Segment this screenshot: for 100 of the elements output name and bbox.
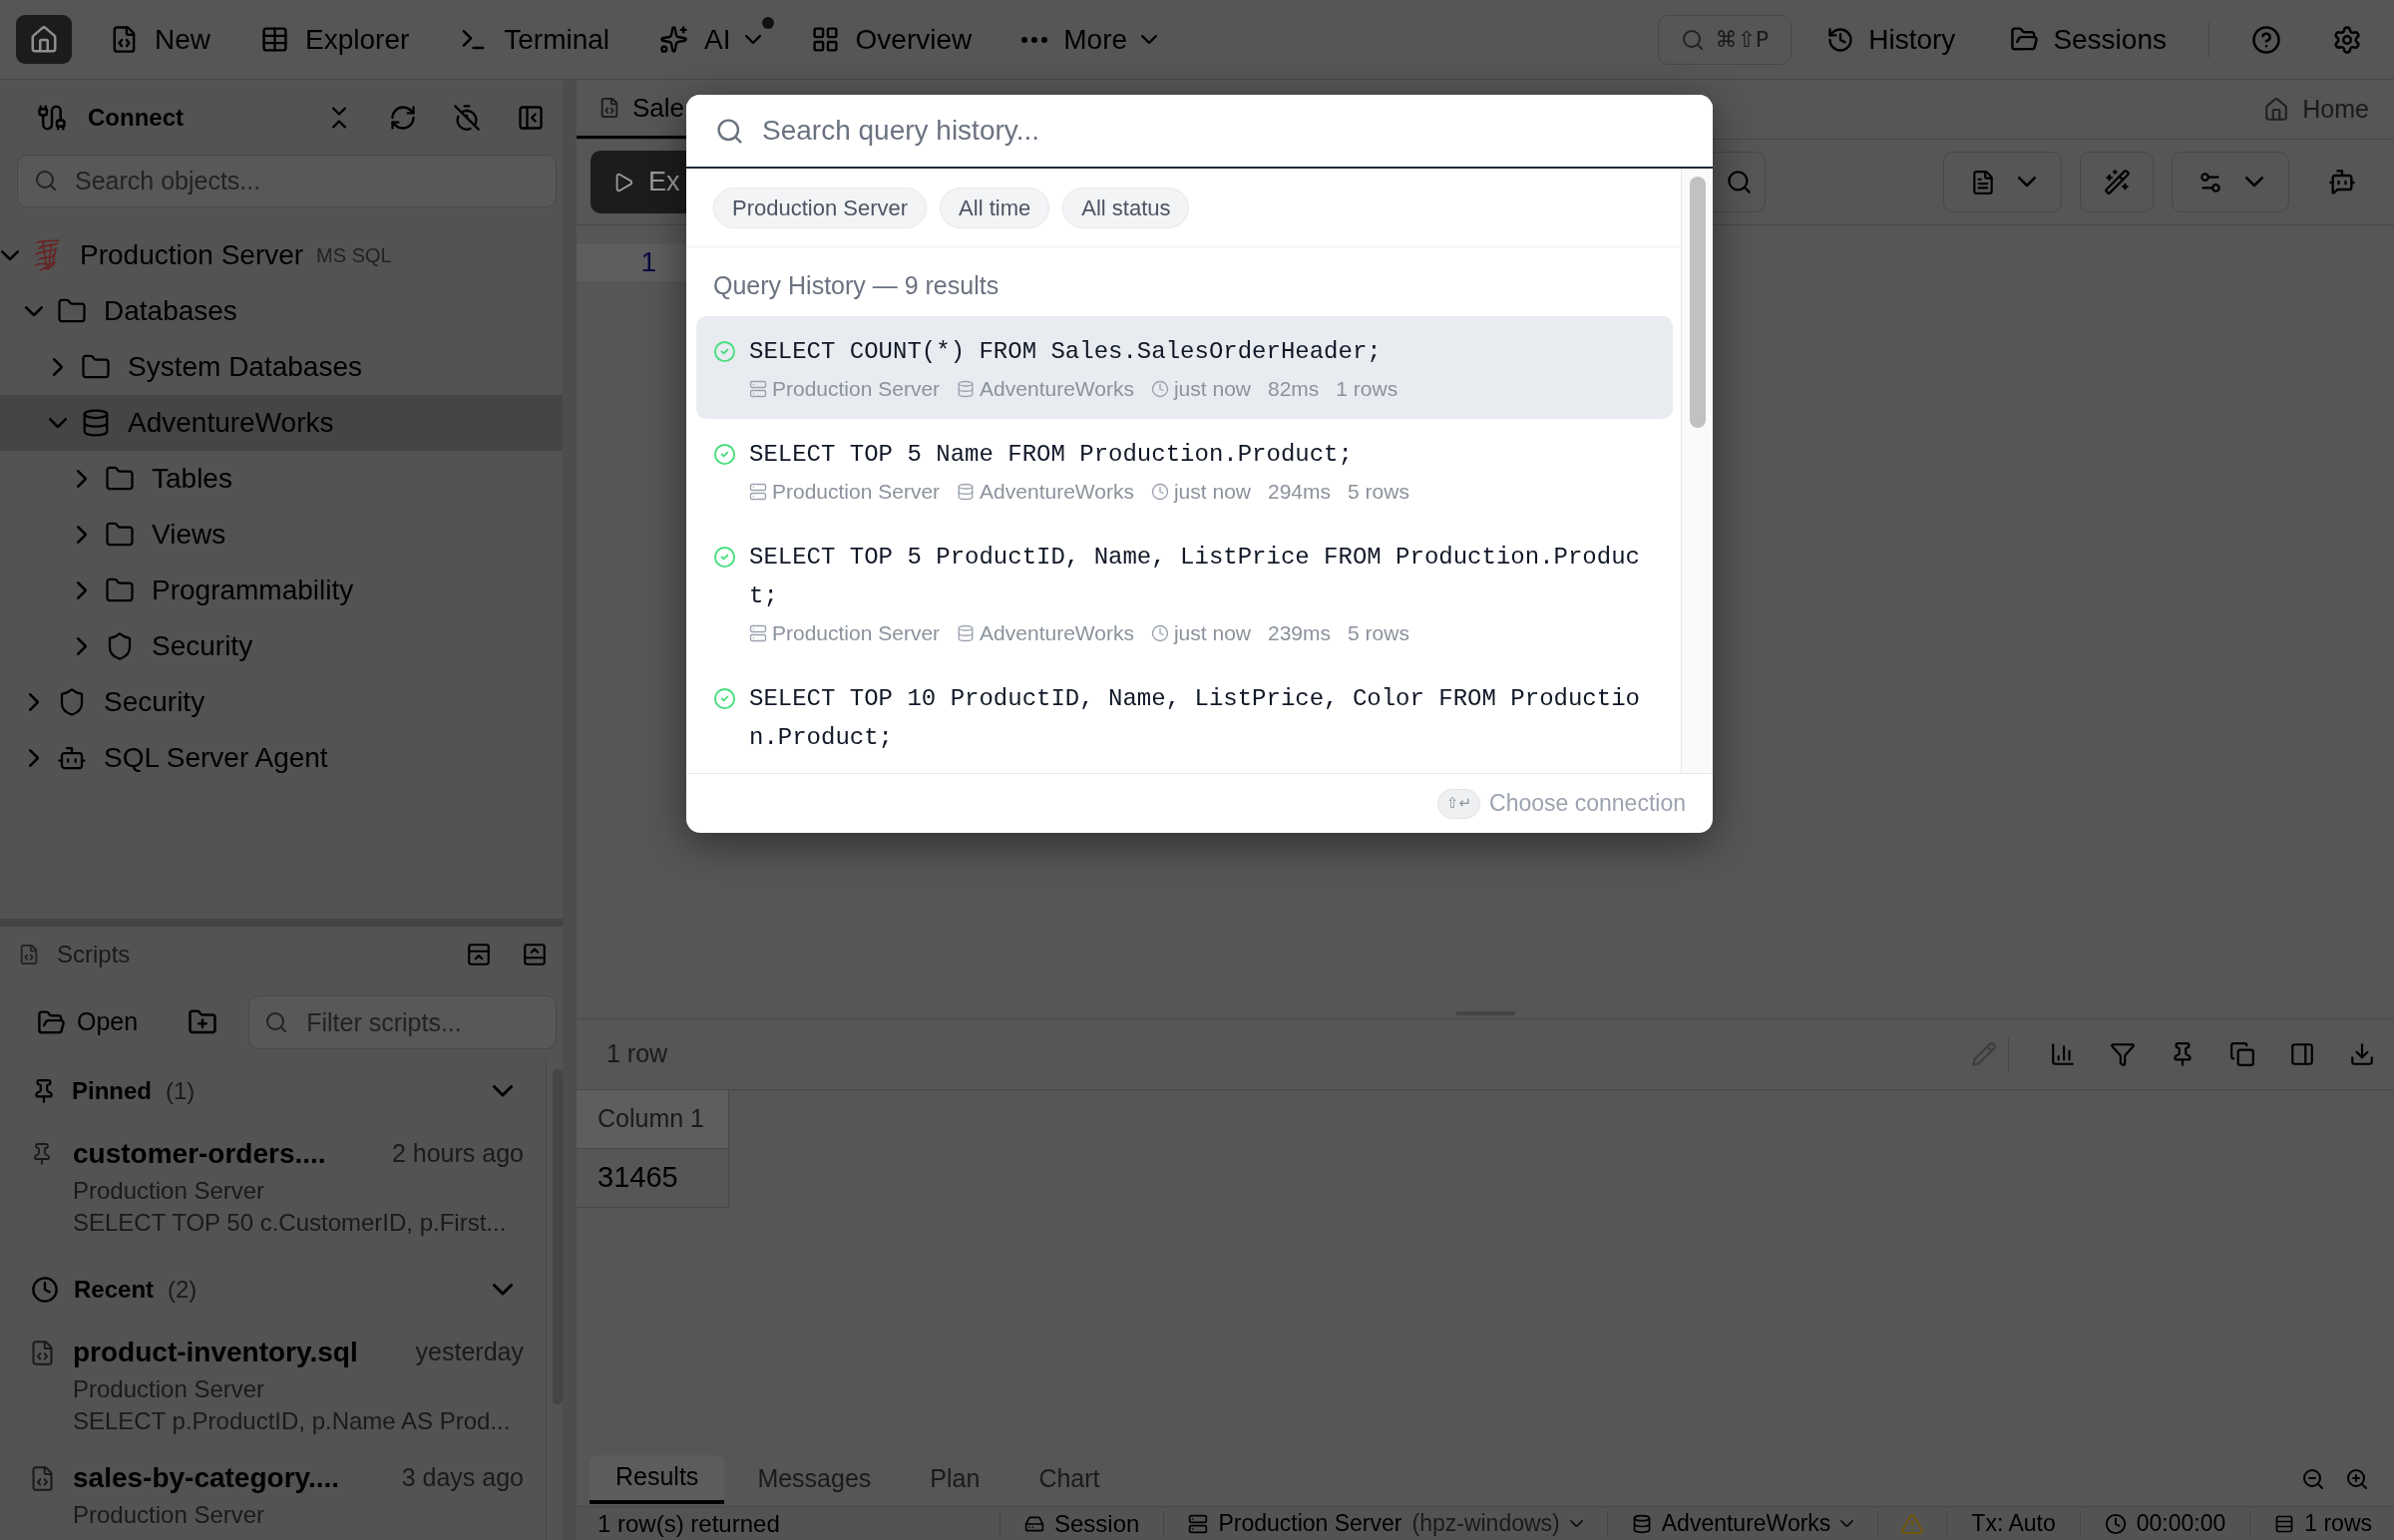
sessions-button[interactable]: Sessions	[1998, 15, 2179, 64]
panel-collapse-icon[interactable]	[466, 941, 492, 967]
chevron-right-icon[interactable]	[28, 749, 40, 767]
results-tab[interactable]: Messages	[731, 1454, 898, 1504]
filter-chip[interactable]: Production Server	[713, 188, 928, 228]
tree-item[interactable]: AdventureWorks	[0, 395, 563, 451]
nav-item[interactable]: Explorer	[248, 15, 422, 64]
options-menu-button[interactable]	[2172, 152, 2289, 212]
bot-chat-icon[interactable]	[2328, 168, 2356, 196]
command-search-button[interactable]: ⌘⇧P	[1658, 14, 1793, 65]
nav-item[interactable]: Overview	[798, 15, 985, 64]
filter-chip[interactable]: All time	[940, 188, 1050, 228]
script-name[interactable]: customer-orders....	[73, 1133, 326, 1175]
entry-database: AdventureWorks	[980, 376, 1134, 403]
history-entry[interactable]: SELECT TOP 5 Name FROM Production.Product; Production Server AdventureWorks just now 294ms 5 rows	[696, 419, 1673, 522]
chevron-down-icon	[1840, 1519, 1854, 1528]
format-button[interactable]	[2080, 152, 2154, 212]
run-button[interactable]: Ex	[591, 151, 686, 213]
script-server: Production Server	[73, 1374, 265, 1404]
zoom-in-icon[interactable]	[2345, 1467, 2369, 1491]
tree-item[interactable]: SQL Server Agent	[0, 730, 563, 786]
panel-collapse-icon[interactable]	[517, 103, 545, 132]
tree-item[interactable]: Databases	[0, 283, 563, 339]
results-tab[interactable]: Chart	[1012, 1454, 1126, 1504]
chevron-down-icon[interactable]	[493, 1284, 513, 1296]
scrollbar-thumb[interactable]	[1689, 177, 1706, 428]
entry-rows: 5 rows	[1348, 617, 1409, 649]
script-preview: SELECT p.ProductID, p.Name AS Prod...	[73, 1406, 511, 1436]
filter-icon[interactable]	[2110, 1041, 2136, 1067]
settings-icon[interactable]	[2332, 24, 2362, 55]
session-button[interactable]: Session	[1024, 1505, 1140, 1540]
table-cell: 31465	[577, 1149, 729, 1208]
row-count: 1 row	[606, 1038, 668, 1070]
row-total: 1 rows	[2304, 1509, 2372, 1539]
tree-item[interactable]: Views	[0, 507, 563, 563]
chevron-down-icon[interactable]	[1, 249, 19, 261]
timer-off-icon[interactable]	[453, 103, 481, 132]
tree-item[interactable]: Tables	[0, 451, 563, 507]
ellipsis-icon	[1021, 36, 1048, 43]
query-text: SELECT COUNT(*) FROM Sales.SalesOrderHeader;	[749, 337, 1382, 367]
document-menu-button[interactable]	[1943, 152, 2062, 212]
chevron-right-icon[interactable]	[76, 637, 88, 655]
tree-item[interactable]: System Databases	[0, 339, 563, 395]
search-button[interactable]	[1714, 152, 1766, 212]
database-icon	[957, 483, 976, 501]
chevron-right-icon[interactable]	[28, 693, 40, 711]
database-icon	[957, 624, 976, 642]
scripts-title: Scripts	[57, 939, 131, 969]
chevron-down-icon[interactable]	[25, 305, 43, 317]
history-entry[interactable]: SELECT TOP 5 ProductID, Name, ListPrice FROM Production.Product; Production Server AdventureWorks just now 239ms 5 rows	[696, 522, 1673, 663]
chevron-right-icon[interactable]	[52, 358, 64, 376]
tree-item[interactable]: Security	[0, 618, 563, 674]
zoom-out-icon[interactable]	[2301, 1467, 2325, 1491]
nav-item[interactable]: New	[98, 15, 222, 64]
filter-chip[interactable]: All status	[1062, 188, 1190, 228]
script-name[interactable]: product-inventory.sql	[73, 1332, 358, 1373]
history-icon	[1826, 25, 1855, 54]
tree-item[interactable]: Programmability	[0, 563, 563, 618]
entry-time: just now	[1173, 479, 1251, 506]
history-search-field[interactable]: Search query history...	[686, 95, 1713, 169]
refresh-icon[interactable]	[389, 103, 417, 132]
database-selector[interactable]: AdventureWorks	[1631, 1506, 1854, 1540]
results-tab[interactable]: Results	[590, 1454, 725, 1504]
results-tab[interactable]: Plan	[904, 1454, 1006, 1504]
chevron-down-icon	[2017, 177, 2036, 188]
nav-item[interactable]: Terminal	[447, 15, 622, 64]
nav-item[interactable]: More	[1009, 15, 1170, 64]
database-icon	[957, 380, 976, 398]
panel-expand-icon[interactable]	[522, 941, 548, 967]
bar-chart-icon[interactable]	[2050, 1041, 2076, 1067]
history-entry[interactable]: SELECT COUNT(*) FROM Sales.SalesOrderHeader; Production Server AdventureWorks just now 82ms 1 rows	[696, 316, 1673, 419]
history-button[interactable]: History	[1814, 15, 1968, 64]
panel-icon[interactable]	[2289, 1041, 2315, 1067]
group-header[interactable]: Recent (2)	[31, 1272, 198, 1308]
tree-item[interactable]: Security	[0, 674, 563, 730]
server-selector[interactable]: Production Server (hpz-windows)	[1188, 1506, 1583, 1540]
chevron-down-icon[interactable]	[493, 1085, 513, 1097]
shortcut-key: ⇧↵	[1436, 788, 1481, 819]
entry-time: just now	[1173, 620, 1251, 647]
download-icon[interactable]	[2349, 1041, 2375, 1067]
home-button[interactable]	[16, 15, 72, 64]
query-text: SELECT TOP 5 ProductID, Name, ListPrice FROM Production.Product;	[749, 543, 1641, 611]
column-header[interactable]: Column 1	[577, 1090, 729, 1149]
entry-database: AdventureWorks	[980, 479, 1134, 506]
query-text: SELECT TOP 10 ProductID, Name, ListPrice, Color FROM Production.Product;	[749, 684, 1641, 753]
copy-icon[interactable]	[2229, 1041, 2255, 1067]
open-button[interactable]: Open	[25, 998, 151, 1046]
history-entry[interactable]: SELECT TOP 10 ProductID, Name, ListPrice, Color FROM Production.Product;	[696, 663, 1673, 772]
help-icon[interactable]	[2251, 24, 2281, 55]
script-name[interactable]: sales-by-category....	[73, 1457, 340, 1499]
home-link[interactable]: Home	[2263, 80, 2369, 139]
chevron-right-icon[interactable]	[76, 526, 88, 544]
chevron-down-icon[interactable]	[49, 417, 67, 429]
chevron-right-icon[interactable]	[76, 581, 88, 599]
group-header[interactable]: Pinned (1)	[31, 1073, 196, 1109]
chevron-right-icon[interactable]	[76, 470, 88, 488]
clock-icon	[2104, 1512, 2127, 1535]
sparkles-icon	[659, 25, 689, 54]
transaction-mode[interactable]: Tx: Auto	[1971, 1506, 2056, 1540]
nav-item[interactable]: AI	[647, 15, 773, 64]
